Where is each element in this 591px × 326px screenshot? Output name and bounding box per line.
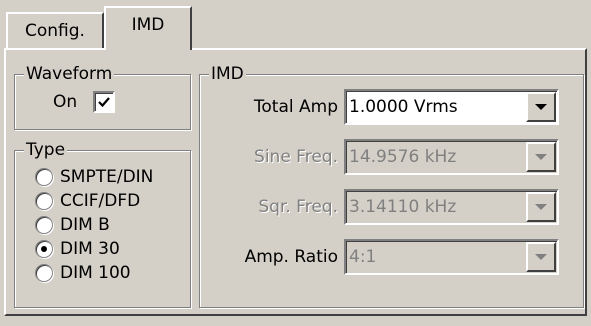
chevron-down-icon (535, 104, 547, 110)
waveform-legend: Waveform (24, 64, 115, 84)
radio-button[interactable] (35, 192, 53, 210)
radio-label: CCIF/DFD (60, 191, 141, 211)
amp-ratio-select[interactable]: 4:1 (344, 239, 559, 275)
amp-ratio-dropdown-button[interactable] (526, 242, 556, 272)
radio-label: DIM 100 (60, 263, 131, 283)
type-legend: Type (24, 140, 68, 160)
imd-legend: IMD (209, 64, 246, 84)
waveform-group: Waveform On (14, 65, 191, 130)
radio-label: SMPTE/DIN (60, 167, 154, 187)
tab-config-label: Config. (25, 21, 85, 41)
sine-freq-dropdown-button[interactable] (526, 142, 556, 172)
amp-ratio-label: Amp. Ratio (244, 247, 338, 267)
sqr-freq-value: 3.14110 kHz (349, 197, 457, 217)
sqr-freq-dropdown-button[interactable] (526, 192, 556, 222)
radio-option-ccif-dfd[interactable]: CCIF/DFD (35, 189, 153, 213)
tab-config[interactable]: Config. (6, 12, 104, 48)
imd-group: IMD Total Amp 1.0000 Vrms Sine Freq. 14.… (199, 65, 584, 308)
radio-button[interactable] (35, 216, 53, 234)
sine-freq-value: 14.9576 kHz (349, 147, 457, 167)
waveform-on-checkbox[interactable] (93, 91, 116, 113)
total-amp-value: 1.0000 Vrms (349, 97, 458, 117)
waveform-on-row: On (53, 91, 116, 113)
check-mark-icon (98, 97, 110, 108)
radio-option-dim-30[interactable]: DIM 30 (35, 237, 153, 261)
total-amp-select[interactable]: 1.0000 Vrms (344, 89, 559, 125)
radio-option-smpte-din[interactable]: SMPTE/DIN (35, 165, 153, 189)
sqr-freq-select[interactable]: 3.14110 kHz (344, 189, 559, 225)
sine-freq-select[interactable]: 14.9576 kHz (344, 139, 559, 175)
radio-label: DIM B (60, 215, 110, 235)
type-group: Type SMPTE/DIN CCIF/DFD DIM B DIM 30 DIM… (14, 141, 191, 308)
radio-option-dim-100[interactable]: DIM 100 (35, 261, 153, 285)
chevron-down-icon (535, 254, 547, 260)
radio-button[interactable] (35, 264, 53, 282)
radio-button[interactable] (35, 240, 53, 258)
type-radio-list: SMPTE/DIN CCIF/DFD DIM B DIM 30 DIM 100 (35, 165, 153, 285)
sqr-freq-label: Sqr. Freq. (258, 197, 338, 217)
radio-label: DIM 30 (60, 239, 120, 259)
amp-ratio-value: 4:1 (349, 247, 377, 267)
tab-imd-label: IMD (131, 15, 165, 35)
radio-option-dim-b[interactable]: DIM B (35, 213, 153, 237)
total-amp-label: Total Amp (253, 97, 338, 117)
chevron-down-icon (535, 154, 547, 160)
waveform-on-label: On (53, 92, 78, 112)
chevron-down-icon (535, 204, 547, 210)
total-amp-dropdown-button[interactable] (526, 92, 556, 122)
tab-imd[interactable]: IMD (104, 6, 192, 50)
sine-freq-label: Sine Freq. (254, 147, 338, 167)
radio-button[interactable] (35, 168, 53, 186)
